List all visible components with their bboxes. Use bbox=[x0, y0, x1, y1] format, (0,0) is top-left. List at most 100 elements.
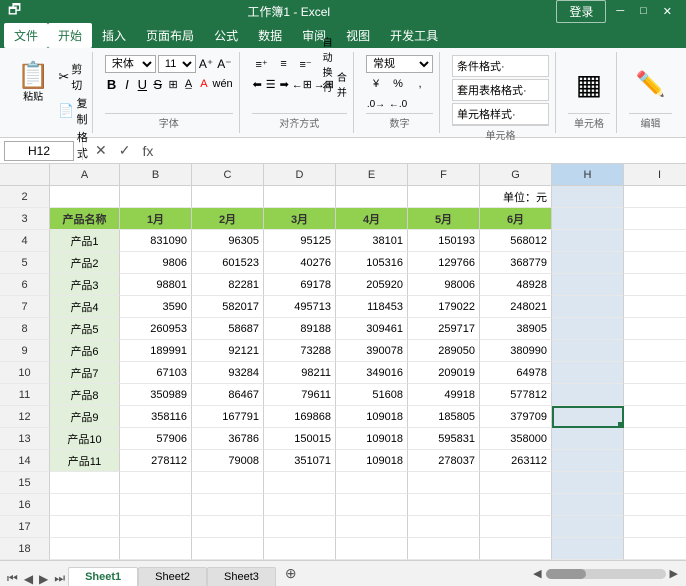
cell-i4[interactable] bbox=[624, 230, 686, 252]
tab-nav-last[interactable]: ⏭ bbox=[51, 571, 68, 586]
cell-i5[interactable] bbox=[624, 252, 686, 274]
cell-d12[interactable]: 169868 bbox=[264, 406, 336, 428]
cell-g15[interactable] bbox=[480, 472, 552, 494]
align-middle-btn[interactable]: ≡ bbox=[274, 55, 294, 73]
cell-e5[interactable]: 105316 bbox=[336, 252, 408, 274]
cell-c10[interactable]: 93284 bbox=[192, 362, 264, 384]
cell-f3[interactable]: 5月 bbox=[408, 208, 480, 230]
cell-d16[interactable] bbox=[264, 494, 336, 516]
cell-c16[interactable] bbox=[192, 494, 264, 516]
cell-a8[interactable]: 产品5 bbox=[50, 318, 120, 340]
cell-i8[interactable] bbox=[624, 318, 686, 340]
insert-function-btn[interactable]: fx bbox=[138, 143, 157, 159]
confirm-formula-btn[interactable]: ✓ bbox=[115, 142, 135, 159]
percent-btn[interactable]: % bbox=[388, 75, 408, 93]
cell-e6[interactable]: 205920 bbox=[336, 274, 408, 296]
menu-item-developer[interactable]: 开发工具 bbox=[380, 23, 448, 48]
cell-a12[interactable]: 产品9 bbox=[50, 406, 120, 428]
row-header-5[interactable]: 5 bbox=[0, 252, 50, 274]
cell-h12[interactable] bbox=[552, 406, 624, 428]
row-header-17[interactable]: 17 bbox=[0, 516, 50, 538]
cell-h8[interactable] bbox=[552, 318, 624, 340]
cell-f6[interactable]: 98006 bbox=[408, 274, 480, 296]
sheet-tab-1[interactable]: Sheet1 bbox=[68, 567, 138, 586]
cell-f11[interactable]: 49918 bbox=[408, 384, 480, 406]
cell-f16[interactable] bbox=[408, 494, 480, 516]
cell-b11[interactable]: 350989 bbox=[120, 384, 192, 406]
cell-a7[interactable]: 产品4 bbox=[50, 296, 120, 318]
cell-f18[interactable] bbox=[408, 538, 480, 560]
cell-a6[interactable]: 产品3 bbox=[50, 274, 120, 296]
cell-f5[interactable]: 129766 bbox=[408, 252, 480, 274]
row-header-9[interactable]: 9 bbox=[0, 340, 50, 362]
cell-b2[interactable] bbox=[120, 186, 192, 208]
row-header-16[interactable]: 16 bbox=[0, 494, 50, 516]
cell-g17[interactable] bbox=[480, 516, 552, 538]
cell-b5[interactable]: 9806 bbox=[120, 252, 192, 274]
cell-f7[interactable]: 179022 bbox=[408, 296, 480, 318]
cell-c9[interactable]: 92121 bbox=[192, 340, 264, 362]
cell-a18[interactable] bbox=[50, 538, 120, 560]
cell-i7[interactable] bbox=[624, 296, 686, 318]
cell-b12[interactable]: 358116 bbox=[120, 406, 192, 428]
cell-d7[interactable]: 495713 bbox=[264, 296, 336, 318]
cell-d15[interactable] bbox=[264, 472, 336, 494]
cell-c2[interactable] bbox=[192, 186, 264, 208]
cell-b8[interactable]: 260953 bbox=[120, 318, 192, 340]
cell-i16[interactable] bbox=[624, 494, 686, 516]
cell-f13[interactable]: 595831 bbox=[408, 428, 480, 450]
cell-a15[interactable] bbox=[50, 472, 120, 494]
cell-i2[interactable] bbox=[624, 186, 686, 208]
row-header-13[interactable]: 13 bbox=[0, 428, 50, 450]
currency-btn[interactable]: ¥ bbox=[366, 75, 386, 93]
menu-item-formula[interactable]: 公式 bbox=[204, 23, 248, 48]
decrease-font-btn[interactable]: A⁻ bbox=[216, 55, 232, 73]
cell-h6[interactable] bbox=[552, 274, 624, 296]
cell-g3[interactable]: 6月 bbox=[480, 208, 552, 230]
cell-b7[interactable]: 3590 bbox=[120, 296, 192, 318]
cell-a3[interactable]: 产品名称 bbox=[50, 208, 120, 230]
cell-h9[interactable] bbox=[552, 340, 624, 362]
table-format-btn[interactable]: 套用表格格式· bbox=[452, 79, 549, 101]
cell-d3[interactable]: 3月 bbox=[264, 208, 336, 230]
cell-f17[interactable] bbox=[408, 516, 480, 538]
cell-a5[interactable]: 产品2 bbox=[50, 252, 120, 274]
cell-e9[interactable]: 390078 bbox=[336, 340, 408, 362]
cell-d13[interactable]: 150015 bbox=[264, 428, 336, 450]
horizontal-scrollbar-track[interactable] bbox=[546, 569, 666, 579]
cell-i3[interactable] bbox=[624, 208, 686, 230]
cell-h5[interactable] bbox=[552, 252, 624, 274]
cell-g18[interactable] bbox=[480, 538, 552, 560]
row-header-6[interactable]: 6 bbox=[0, 274, 50, 296]
cell-f9[interactable]: 289050 bbox=[408, 340, 480, 362]
col-header-g[interactable]: G bbox=[480, 164, 552, 185]
cell-a9[interactable]: 产品6 bbox=[50, 340, 120, 362]
cell-c8[interactable]: 58687 bbox=[192, 318, 264, 340]
paste-button[interactable]: 📋 粘贴 bbox=[12, 59, 54, 106]
cell-i15[interactable] bbox=[624, 472, 686, 494]
row-header-8[interactable]: 8 bbox=[0, 318, 50, 340]
strikethrough-button[interactable]: S bbox=[151, 75, 164, 93]
decrease-decimal-btn[interactable]: ←.0 bbox=[388, 95, 408, 113]
menu-item-view[interactable]: 视图 bbox=[336, 23, 380, 48]
cell-c13[interactable]: 36786 bbox=[192, 428, 264, 450]
cell-g6[interactable]: 48928 bbox=[480, 274, 552, 296]
cell-c7[interactable]: 582017 bbox=[192, 296, 264, 318]
cell-f12[interactable]: 185805 bbox=[408, 406, 480, 428]
cell-d18[interactable] bbox=[264, 538, 336, 560]
col-header-b[interactable]: B bbox=[120, 164, 192, 185]
cell-d4[interactable]: 95125 bbox=[264, 230, 336, 252]
bold-button[interactable]: B bbox=[105, 75, 118, 93]
cell-e11[interactable]: 51608 bbox=[336, 384, 408, 406]
add-sheet-button[interactable]: ⊕ bbox=[276, 561, 306, 586]
col-header-i[interactable]: I bbox=[624, 164, 686, 185]
menu-item-insert[interactable]: 插入 bbox=[92, 23, 136, 48]
font-name-select[interactable]: 宋体 bbox=[105, 55, 156, 73]
cell-b13[interactable]: 57906 bbox=[120, 428, 192, 450]
cell-i14[interactable] bbox=[624, 450, 686, 472]
cell-c3[interactable]: 2月 bbox=[192, 208, 264, 230]
col-header-c[interactable]: C bbox=[192, 164, 264, 185]
col-header-e[interactable]: E bbox=[336, 164, 408, 185]
sheet-tab-3[interactable]: Sheet3 bbox=[207, 567, 276, 586]
row-header-10[interactable]: 10 bbox=[0, 362, 50, 384]
